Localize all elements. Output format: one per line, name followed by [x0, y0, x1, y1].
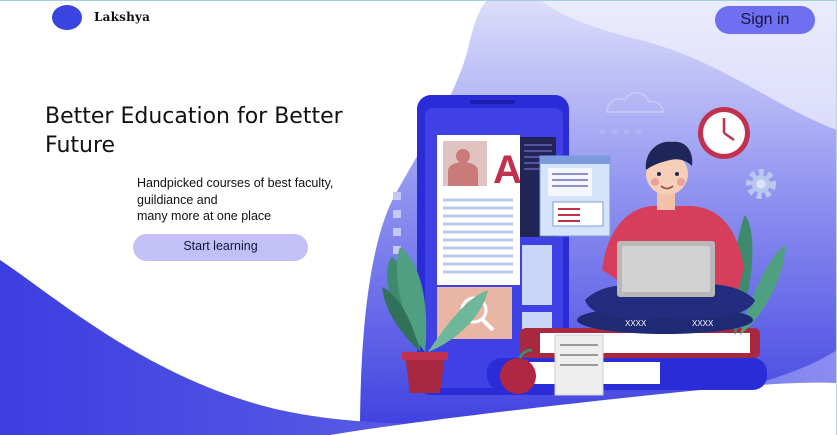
hero-subtext: Handpicked courses of best faculty, guil… [137, 176, 334, 223]
gear-icon [746, 169, 776, 199]
brand-name[interactable]: Lakshya [94, 10, 150, 24]
logo-icon[interactable] [52, 5, 82, 30]
books-stack [487, 328, 767, 396]
hero-headline: Better Education for Better Future [45, 104, 343, 158]
cloud-icon [606, 92, 664, 113]
book-letter: A [493, 148, 522, 192]
side-dots [393, 192, 401, 254]
cushion-text: XXXX [625, 319, 647, 328]
education-illustration: A XXXX XXXX [382, 92, 785, 396]
dots-decoration [600, 130, 641, 134]
browser-window-graphic [539, 155, 611, 237]
clock-icon [698, 107, 750, 159]
sign-in-button[interactable]: Sign in [715, 6, 815, 34]
cushion-text-2: XXXX [692, 319, 714, 328]
start-learning-button[interactable]: Start learning [133, 234, 308, 261]
